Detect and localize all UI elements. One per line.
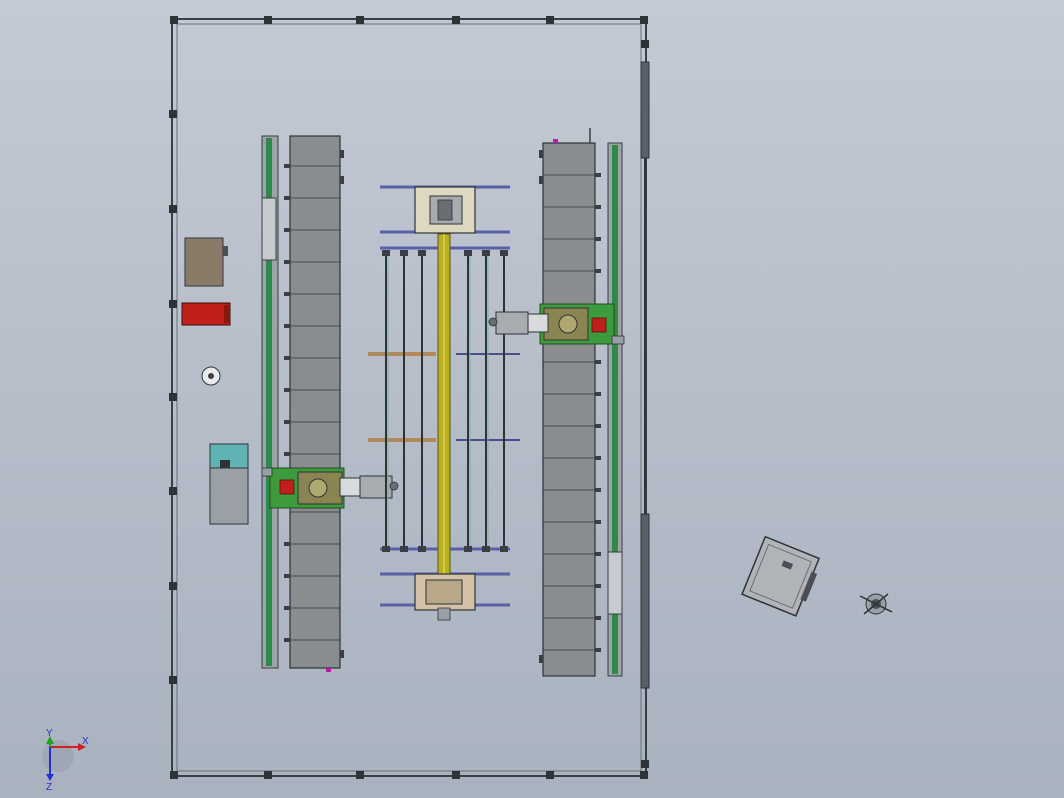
axis-triad: X Y Z xyxy=(42,728,89,793)
left-robot-joint xyxy=(308,478,328,498)
left-conveyor[interactable] xyxy=(261,135,344,672)
left-rail-cover xyxy=(261,197,277,261)
right-rail-cover xyxy=(607,551,623,615)
left-robot-bracket xyxy=(261,467,273,477)
red-cabinet[interactable] xyxy=(181,302,231,326)
round-fixture-center xyxy=(208,373,214,379)
red-cabinet-body xyxy=(181,302,231,326)
right-robot-tool xyxy=(488,317,498,327)
cad-viewport[interactable]: X Y Z xyxy=(0,0,1064,798)
right-conveyor[interactable] xyxy=(539,128,623,677)
triad-z-label: Z xyxy=(46,782,52,793)
triad-z-arrow-icon xyxy=(46,774,54,781)
control-box-handle xyxy=(223,246,228,256)
control-box-body xyxy=(184,237,224,287)
control-box[interactable] xyxy=(184,237,228,287)
frame-right-rail-bottom xyxy=(640,513,650,689)
loose-panel-body xyxy=(741,535,821,617)
left-conveyor-bed xyxy=(289,135,341,669)
teal-cabinet[interactable] xyxy=(209,443,249,525)
gantry-top-core xyxy=(437,199,453,221)
triad-x-label: X xyxy=(82,736,89,747)
loose-part[interactable] xyxy=(859,593,893,615)
right-robot-arm xyxy=(525,313,549,333)
teal-cabinet-vent xyxy=(220,460,230,468)
center-gantry[interactable] xyxy=(368,185,520,621)
round-fixture[interactable] xyxy=(201,366,221,386)
loose-panel[interactable] xyxy=(741,535,823,618)
right-robot-gripper xyxy=(495,311,529,335)
gantry-bottom-coupler xyxy=(437,607,451,621)
right-conveyor-marker xyxy=(553,139,558,143)
left-conveyor-marker xyxy=(326,668,331,672)
left-robot-gripper xyxy=(359,475,393,499)
gantry-bottom-motor xyxy=(425,579,463,605)
right-robot[interactable] xyxy=(488,303,625,345)
left-robot[interactable] xyxy=(261,467,399,509)
left-robot-tool xyxy=(389,481,399,491)
right-robot-motor xyxy=(591,317,607,333)
right-conveyor-bed xyxy=(542,142,596,677)
gantry-wood-bars xyxy=(368,352,436,442)
left-robot-motor xyxy=(279,479,295,495)
red-cabinet-side xyxy=(224,305,230,323)
triad-shadow xyxy=(42,740,74,772)
right-robot-joint xyxy=(558,314,578,334)
triad-y-label: Y xyxy=(46,728,53,739)
frame-right-rail-top xyxy=(640,61,650,159)
left-robot-arm xyxy=(339,477,363,497)
right-robot-bracket xyxy=(611,335,625,345)
